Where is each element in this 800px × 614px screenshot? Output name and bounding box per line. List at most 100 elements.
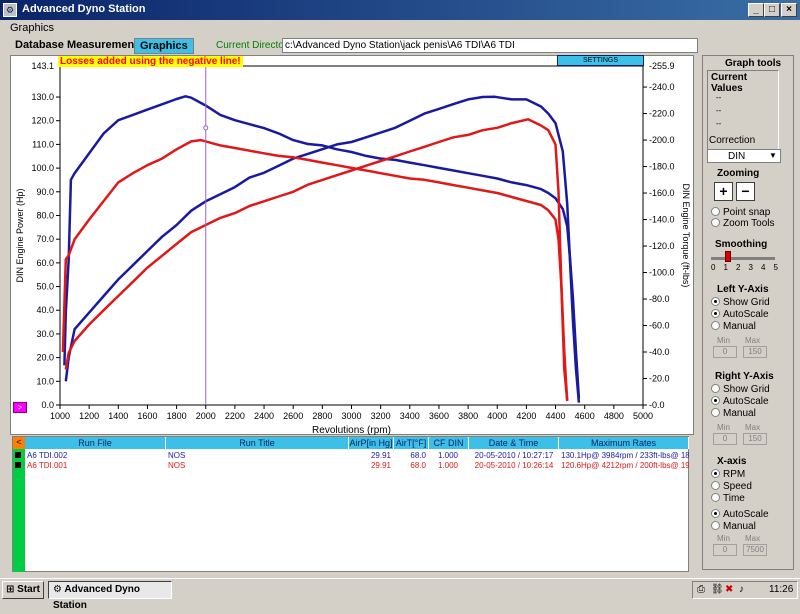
taskbar-app-label: Advanced Dyno Station bbox=[53, 584, 140, 611]
x-speed-radio[interactable]: Speed bbox=[711, 481, 752, 492]
smoothing-slider[interactable] bbox=[724, 251, 731, 262]
collapse-arrow-icon[interactable]: < bbox=[13, 437, 25, 449]
x-tick-label: 4800 bbox=[604, 411, 624, 421]
smoothing-tick-label: 2 bbox=[736, 263, 741, 272]
right-autoscale-label: AutoScale bbox=[723, 396, 769, 407]
right-show-grid-checkbox[interactable]: Show Grid bbox=[711, 384, 770, 395]
x-tick-label: 1000 bbox=[50, 411, 70, 421]
zoom-in-icon[interactable]: + bbox=[714, 182, 733, 201]
left-autoscale-radio[interactable]: AutoScale bbox=[711, 309, 769, 320]
right-manual-label: Manual bbox=[723, 408, 756, 419]
x-manual-label: Manual bbox=[723, 521, 756, 532]
col-airt[interactable]: AirT[°F] bbox=[394, 437, 429, 449]
col-airp[interactable]: AirP[in Hg] bbox=[349, 437, 394, 449]
correction-select[interactable]: DIN ▼ bbox=[707, 149, 781, 163]
x-rpm-label: RPM bbox=[723, 469, 746, 480]
col-max-rates[interactable]: Maximum Rates bbox=[559, 437, 689, 449]
x-autoscale-radio[interactable]: AutoScale bbox=[711, 509, 769, 520]
x-time-radio[interactable]: Time bbox=[711, 493, 745, 504]
table-cell-max[interactable]: 120.6Hp@ 4212rpm / 200ft-lbs@ 1966rpm bbox=[561, 460, 689, 471]
right-max-input[interactable]: 150 bbox=[743, 433, 767, 445]
left-min-input[interactable]: 0 bbox=[713, 346, 737, 358]
x-autoscale-label: AutoScale bbox=[723, 509, 769, 520]
close-button[interactable]: × bbox=[781, 3, 797, 17]
table-cell-cf[interactable]: 1.000 bbox=[429, 460, 467, 471]
y-right-tick-label: -200.0 bbox=[649, 135, 675, 145]
left-max-input[interactable]: 150 bbox=[743, 346, 767, 358]
x-tick-label: 1600 bbox=[137, 411, 157, 421]
y-left-tick-label: 130.0 bbox=[31, 92, 54, 102]
x-manual-radio[interactable]: Manual bbox=[711, 521, 756, 532]
start-button[interactable]: ⊞ Start bbox=[2, 581, 44, 599]
y-left-tick-label: 20.0 bbox=[36, 353, 54, 363]
right-manual-radio[interactable]: Manual bbox=[711, 408, 756, 419]
volume-icon[interactable]: ♪ bbox=[739, 584, 744, 595]
x-speed-label: Speed bbox=[723, 481, 752, 492]
y-right-tick-label: -120.0 bbox=[649, 241, 675, 251]
settings-button[interactable]: SETTINGS bbox=[557, 55, 644, 66]
table-cell-airt[interactable]: 68.0 bbox=[394, 460, 426, 471]
left-manual-label: Manual bbox=[723, 321, 756, 332]
point-snap-radio[interactable]: Point snap bbox=[711, 207, 770, 218]
x-tick-label: 2600 bbox=[283, 411, 303, 421]
run-visible-toggle[interactable] bbox=[15, 462, 21, 468]
app-icon: ⚙ bbox=[3, 3, 17, 17]
y-left-tick-label: 60.0 bbox=[36, 258, 54, 268]
network-icon[interactable]: ⛓ bbox=[711, 584, 724, 595]
y-left-tick-label: 80.0 bbox=[36, 210, 54, 220]
dyno-chart[interactable]: 1000 1200 1400 1600 1800 2000 2200 2400 2600 2800… bbox=[10, 55, 694, 436]
run-visible-toggle[interactable] bbox=[15, 452, 21, 458]
current-directory-input[interactable]: c:\Advanced Dyno Station\jack penis\A6 T… bbox=[282, 38, 698, 53]
table-cell-datetime[interactable]: 20-05-2010 / 10:26:14 bbox=[469, 460, 559, 471]
play-arrow-button[interactable]: > bbox=[13, 402, 27, 413]
col-cf[interactable]: CF DIN bbox=[429, 437, 469, 449]
run-table[interactable]: < Run File Run Title AirP[in Hg] AirT[°F… bbox=[12, 436, 689, 572]
radio-icon bbox=[711, 384, 720, 393]
left-manual-radio[interactable]: Manual bbox=[711, 321, 756, 332]
right-min-input[interactable]: 0 bbox=[713, 433, 737, 445]
table-cell-airp[interactable]: 29.91 bbox=[349, 460, 391, 471]
radio-icon bbox=[711, 408, 720, 417]
menu-graphics[interactable]: Graphics bbox=[10, 22, 54, 34]
smoothing-track bbox=[711, 257, 775, 260]
correction-value: DIN bbox=[728, 151, 746, 162]
y-left-tick-label: 50.0 bbox=[36, 282, 54, 292]
col-run-title[interactable]: Run Title bbox=[166, 437, 349, 449]
right-y-title: Right Y-Axis bbox=[715, 371, 774, 382]
printer-icon[interactable]: ⎙ bbox=[697, 584, 705, 595]
zoom-tools-radio[interactable]: Zoom Tools bbox=[711, 218, 775, 229]
table-cell-title[interactable]: NOS bbox=[168, 460, 348, 471]
security-icon[interactable]: ✖ bbox=[725, 584, 733, 595]
tab-database[interactable]: Database bbox=[10, 38, 69, 54]
y-right-tick-label: -20.0 bbox=[649, 374, 670, 384]
col-datetime[interactable]: Date & Time bbox=[469, 437, 559, 449]
x-min-input[interactable]: 0 bbox=[713, 544, 737, 556]
current-directory-label: Current Directory bbox=[216, 40, 293, 51]
minimize-button[interactable]: _ bbox=[748, 3, 764, 17]
chevron-down-icon[interactable]: ▼ bbox=[769, 151, 777, 160]
cursor-marker bbox=[203, 125, 209, 131]
right-min-label: Min bbox=[717, 423, 730, 432]
radio-icon bbox=[711, 321, 720, 330]
app-icon: ⚙ bbox=[53, 584, 62, 595]
taskbar-app-button[interactable]: ⚙ Advanced Dyno Station bbox=[48, 581, 172, 611]
radio-icon bbox=[711, 297, 720, 306]
y-right-tick-label: -0.0 bbox=[649, 400, 665, 410]
table-cell-file[interactable]: A6 TDI.001 bbox=[27, 460, 165, 471]
x-tick-label: 3400 bbox=[400, 411, 420, 421]
maximize-button[interactable]: □ bbox=[764, 3, 780, 17]
left-show-grid-checkbox[interactable]: Show Grid bbox=[711, 297, 770, 308]
x-rpm-radio[interactable]: RPM bbox=[711, 469, 745, 480]
x-tick-label: 4000 bbox=[487, 411, 507, 421]
current-value-3: -- bbox=[716, 119, 722, 128]
radio-icon bbox=[711, 481, 720, 490]
y-left-tick-label: 120.0 bbox=[31, 116, 54, 126]
y-right-tick-label: -100.0 bbox=[649, 268, 675, 278]
x-max-input[interactable]: 7500 bbox=[743, 544, 767, 556]
windows-logo-icon: ⊞ bbox=[6, 584, 15, 595]
col-run-file[interactable]: Run File bbox=[25, 437, 166, 449]
right-autoscale-radio[interactable]: AutoScale bbox=[711, 396, 769, 407]
y-left-tick-label: 70.0 bbox=[36, 234, 54, 244]
zoom-out-icon[interactable]: − bbox=[736, 182, 755, 201]
tab-graphics[interactable]: Graphics bbox=[134, 38, 194, 54]
